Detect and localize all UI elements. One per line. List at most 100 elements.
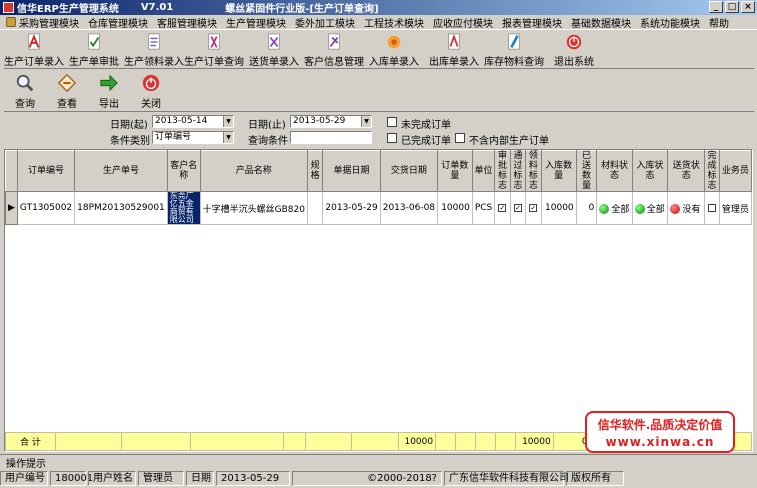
- menu-help[interactable]: 帮助: [709, 15, 729, 30]
- app-name: 信华ERP生产管理系统: [17, 4, 119, 15]
- col-header-delivery-date[interactable]: 交货日期: [379, 150, 439, 192]
- exit-system-button[interactable]: 退出系统: [544, 31, 604, 68]
- cell-spec[interactable]: [306, 191, 324, 225]
- stock-in-button[interactable]: 入库单录入: [364, 31, 424, 68]
- menu-warehouse[interactable]: 仓库管理模块: [88, 15, 148, 30]
- col-header-approved[interactable]: 审批标志: [494, 150, 511, 192]
- export-label: 导出: [99, 99, 119, 110]
- cell-doc-date[interactable]: 2013-05-29: [322, 191, 381, 225]
- operation-hint-bar: 操作提示: [0, 454, 757, 470]
- date-to-value: 2013-05-29: [293, 116, 346, 126]
- cell-product[interactable]: 十字槽半沉头螺丝GB820: [199, 191, 308, 225]
- col-header-stock-status[interactable]: 入库状态: [631, 150, 669, 192]
- exclude-internal-checkbox[interactable]: [455, 133, 465, 143]
- complete-orders-checkbox[interactable]: [387, 133, 397, 143]
- query-button[interactable]: 查询: [4, 70, 46, 110]
- cell-qty[interactable]: 10000: [437, 191, 473, 225]
- menu-customer-service[interactable]: 客服管理模块: [157, 15, 217, 30]
- cell-passed[interactable]: ✓: [509, 191, 527, 225]
- stock-in-label: 入库单录入: [369, 57, 419, 68]
- copyright-text: ©2000-2018?: [292, 471, 442, 486]
- cell-customer[interactable]: 东莞广亿五金商贸有限公司: [166, 191, 201, 225]
- order-query-button[interactable]: 生产订单查询: [184, 31, 244, 68]
- cell-approved[interactable]: ✓: [494, 191, 511, 225]
- user-name-value: 管理员: [138, 471, 184, 486]
- menu-outsourcing[interactable]: 委外加工模块: [295, 15, 355, 30]
- col-header-spec[interactable]: 规格: [306, 150, 324, 192]
- cell-material-status[interactable]: 全部: [596, 191, 633, 225]
- cell-sent-qty[interactable]: 0: [575, 191, 598, 225]
- totals-label: 合 计: [5, 432, 56, 451]
- col-header-qty[interactable]: 订单数量: [437, 150, 473, 192]
- complete-checkbox[interactable]: [708, 203, 716, 212]
- cell-delivery-date[interactable]: 2013-06-08: [379, 191, 439, 225]
- col-header-unit[interactable]: 单位: [471, 150, 496, 192]
- col-header-product[interactable]: 产品名称: [199, 150, 308, 192]
- col-header-passed[interactable]: 通过标志: [509, 150, 527, 192]
- menu-reports[interactable]: 报表管理模块: [502, 15, 562, 30]
- app-version: V7.01: [140, 2, 174, 13]
- date-to-field[interactable]: 2013-05-29 ▼: [290, 115, 372, 128]
- menu-purchase[interactable]: 采购管理模块: [19, 15, 79, 30]
- col-header-stock-in-qty[interactable]: 入库数量: [540, 150, 577, 192]
- cell-salesman[interactable]: 管理员: [718, 191, 753, 225]
- cell-complete[interactable]: [704, 191, 720, 225]
- customer-info-button[interactable]: 客户信息管理: [304, 31, 364, 68]
- app-logo-icon: [3, 2, 14, 13]
- col-header-order-no[interactable]: 订单编号: [16, 150, 76, 192]
- export-button[interactable]: 导出: [88, 70, 130, 110]
- col-header-customer[interactable]: 客户名称: [166, 150, 201, 192]
- date-to-dropdown-icon[interactable]: ▼: [361, 116, 371, 127]
- cell-stock-status[interactable]: 全部: [631, 191, 669, 225]
- date-from-field[interactable]: 2013-05-14 ▼: [152, 115, 234, 128]
- col-header-doc-date[interactable]: 单据日期: [322, 150, 381, 192]
- category-select[interactable]: 订单编号 ▼: [152, 131, 234, 144]
- menu-production[interactable]: 生产管理模块: [226, 15, 286, 30]
- col-header-material-status[interactable]: 材料状态: [596, 150, 633, 192]
- close-window-button[interactable]: ×: [741, 1, 755, 13]
- filter-panel: 日期(起) 2013-05-14 ▼ 日期(止) 2013-05-29 ▼ 未完…: [4, 113, 753, 148]
- close-button[interactable]: 关闭: [130, 70, 172, 110]
- watermark-slogan: 信华软件.品质决定价值: [597, 418, 723, 432]
- menu-engineering[interactable]: 工程技术模块: [364, 15, 424, 30]
- col-header-sent-qty[interactable]: 已送数量: [575, 150, 598, 192]
- cell-delivery-status[interactable]: 没有: [667, 191, 706, 225]
- delivery-entry-button[interactable]: 送货单录入: [244, 31, 304, 68]
- order-entry-button[interactable]: 生产订单录入: [4, 31, 64, 68]
- minimize-button[interactable]: _: [709, 1, 723, 13]
- cell-prod-no[interactable]: 18PM20130529001: [74, 191, 168, 225]
- menu-app-icon: [6, 17, 16, 27]
- col-header-prod-no[interactable]: 生产单号: [74, 150, 168, 192]
- cell-order-no[interactable]: GT1305002: [16, 191, 76, 225]
- row-pointer-icon[interactable]: ▶: [5, 191, 18, 225]
- incomplete-orders-checkbox[interactable]: [387, 117, 397, 127]
- watermark-url: www.xinwa.cn: [605, 435, 715, 449]
- passed-checkbox[interactable]: ✓: [513, 203, 522, 212]
- menu-basic-data[interactable]: 基础数据模块: [571, 15, 631, 30]
- brand-watermark: 信华软件.品质决定价值 www.xinwa.cn: [585, 411, 735, 453]
- col-header-salesman[interactable]: 业务员: [718, 150, 753, 192]
- company-name: 广东信华软件科技有限公司: [444, 471, 569, 486]
- cell-unit[interactable]: PCS: [471, 191, 496, 225]
- material-flag-checkbox[interactable]: ✓: [529, 203, 538, 212]
- maximize-button[interactable]: □: [725, 1, 739, 13]
- inventory-query-button[interactable]: 库存物料查询: [484, 31, 544, 68]
- col-header-complete[interactable]: 完成标志: [704, 150, 720, 192]
- condition-input[interactable]: [290, 131, 372, 144]
- date-from-dropdown-icon[interactable]: ▼: [223, 116, 233, 127]
- material-requisition-button[interactable]: 生产领料录入: [124, 31, 184, 68]
- col-header-material-flag[interactable]: 领料标志: [525, 150, 542, 192]
- view-button[interactable]: 查看: [46, 70, 88, 110]
- approved-checkbox[interactable]: ✓: [498, 203, 507, 212]
- table-row[interactable]: ▶ GT1305002 18PM20130529001 东莞广亿五金商贸有限公司…: [5, 191, 753, 225]
- menu-receivables[interactable]: 应收应付模块: [433, 15, 493, 30]
- category-dropdown-icon[interactable]: ▼: [223, 132, 233, 143]
- cell-stock-in-qty[interactable]: 10000: [540, 191, 577, 225]
- menu-system[interactable]: 系统功能模块: [640, 15, 700, 30]
- col-header-delivery-status[interactable]: 送货状态: [667, 150, 706, 192]
- stock-out-button[interactable]: 出库单录入: [424, 31, 484, 68]
- cell-material-flag[interactable]: ✓: [525, 191, 542, 225]
- pdf-doc-icon: [28, 33, 40, 50]
- order-approve-button[interactable]: 生产单审批: [64, 31, 124, 68]
- order-query-label: 生产订单查询: [184, 57, 244, 68]
